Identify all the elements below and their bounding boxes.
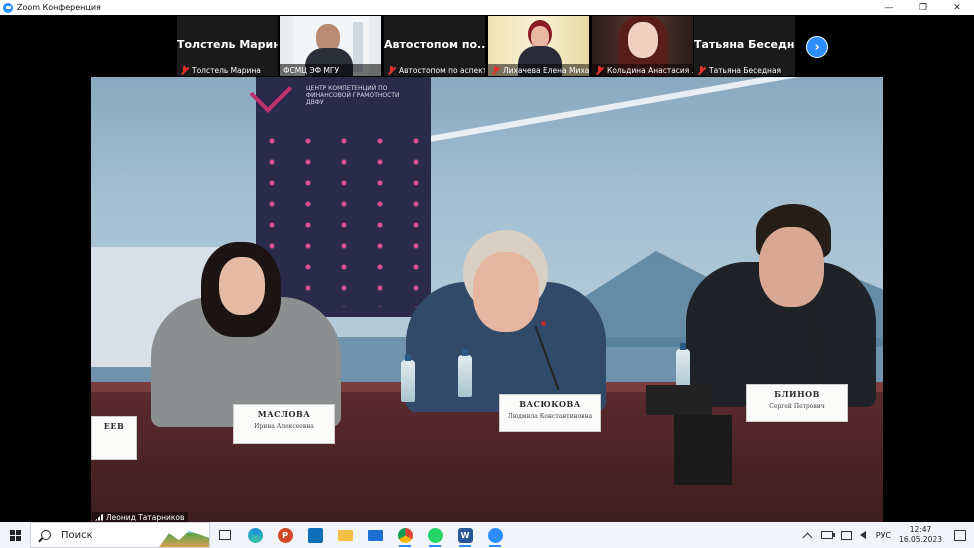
water-bottle	[458, 349, 472, 397]
volume-icon[interactable]	[859, 531, 866, 539]
chrome-icon	[397, 527, 413, 543]
person-right-face	[759, 227, 824, 307]
microphone-tip	[541, 321, 546, 326]
main-video: ЦЕНТР КОМПЕТЕНЦИЙ ПО ФИНАНСОВОЙ ГРАМОТНО…	[91, 77, 883, 522]
desk-speaker	[674, 415, 732, 485]
edge-icon	[247, 527, 263, 543]
person-left-face	[219, 257, 265, 315]
next-page-button[interactable]: ›	[806, 36, 828, 58]
water-bottle	[401, 354, 415, 402]
nameplate: ЕЕВ	[91, 416, 137, 460]
store-icon	[307, 527, 323, 543]
powerpoint-icon: P	[277, 527, 293, 543]
title-bar: Zoom Конференция — ❐ ✕	[0, 0, 974, 15]
mic-muted-icon	[595, 65, 604, 75]
language-indicator[interactable]: РУС	[876, 531, 891, 540]
participant-tile[interactable]: Автостопом по... Автостопом по аспект...	[384, 16, 485, 76]
participant-strip: Толстель Марина Толстель Марина ФСМЦ ЭФ …	[0, 15, 974, 77]
mic-muted-icon	[697, 65, 706, 75]
mic-muted-icon	[491, 65, 500, 75]
system-tray: РУС 12:47 16.05.2023	[802, 522, 974, 548]
network-icon[interactable]	[840, 530, 852, 540]
notifications-icon[interactable]	[954, 529, 966, 541]
participant-name: Автостопом по...	[384, 38, 485, 51]
maximize-button[interactable]: ❐	[906, 0, 940, 15]
desk-speaker	[646, 385, 712, 415]
clock-date: 16.05.2023	[899, 535, 942, 544]
clock[interactable]: 12:47 16.05.2023	[899, 525, 942, 545]
zoom-icon	[487, 527, 503, 543]
nameplate: БЛИНОВ Сергей Петрович	[746, 384, 848, 422]
participant-name: Толстель Марина	[177, 38, 278, 51]
whatsapp-icon	[427, 527, 443, 543]
store-button[interactable]	[300, 522, 330, 548]
participant-caption: ФСМЦ ЭФ МГУ	[280, 64, 381, 76]
nameplate: МАСЛОВА Ирина Алексеевна	[233, 404, 335, 444]
signal-icon	[95, 513, 103, 521]
start-button[interactable]	[0, 522, 30, 548]
mic-muted-icon	[387, 65, 396, 75]
participant-caption: Толстель Марина	[177, 64, 278, 76]
window-controls: — ❐ ✕	[872, 0, 974, 15]
search-highlight-art	[159, 530, 209, 547]
search-box[interactable]: Поиск	[30, 522, 210, 548]
whatsapp-button[interactable]	[420, 522, 450, 548]
word-icon: W	[457, 527, 473, 543]
person-center-face	[473, 252, 539, 332]
banner-pattern	[268, 137, 428, 307]
battery-icon[interactable]	[820, 531, 835, 539]
active-speaker-label: Леонид Татарников	[92, 512, 189, 522]
mail-icon	[367, 529, 383, 541]
chevron-up-icon[interactable]	[802, 532, 813, 542]
participant-caption: Татьяна Беседная	[694, 64, 795, 76]
zoom-button[interactable]	[480, 522, 510, 548]
nameplate: ВАСЮКОВА Людмила Константиновна	[499, 394, 601, 432]
banner-logo	[249, 77, 293, 113]
participant-tile[interactable]: Татьяна Беседн... Татьяна Беседная	[694, 16, 795, 76]
explorer-button[interactable]	[330, 522, 360, 548]
participant-tile[interactable]: ФСМЦ ЭФ МГУ	[280, 16, 381, 76]
participant-caption: Кольдина Анастасия ...	[592, 64, 693, 76]
edge-button[interactable]	[240, 522, 270, 548]
banner: ЦЕНТР КОМПЕТЕНЦИЙ ПО ФИНАНСОВОЙ ГРАМОТНО…	[249, 77, 431, 317]
search-placeholder: Поиск	[61, 529, 93, 541]
mail-button[interactable]	[360, 522, 390, 548]
banner-text: ЦЕНТР КОМПЕТЕНЦИЙ ПО ФИНАНСОВОЙ ГРАМОТНО…	[306, 85, 400, 106]
mic-muted-icon	[180, 65, 189, 75]
search-icon	[41, 530, 51, 540]
folder-icon	[337, 529, 353, 541]
clock-time: 12:47	[909, 525, 932, 534]
minimize-button[interactable]: —	[872, 0, 906, 15]
participant-tile[interactable]: Толстель Марина Толстель Марина	[177, 16, 278, 76]
close-button[interactable]: ✕	[940, 0, 974, 15]
zoom-app-icon	[3, 2, 13, 13]
task-view-button[interactable]	[210, 522, 240, 548]
participant-caption: Автостопом по аспект...	[384, 64, 485, 76]
chevron-right-icon: ›	[814, 39, 820, 55]
participant-caption: Лихачева Елена Миха...	[488, 64, 589, 76]
task-view-icon	[219, 530, 231, 540]
word-button[interactable]: W	[450, 522, 480, 548]
windows-icon	[9, 529, 21, 541]
powerpoint-button[interactable]: P	[270, 522, 300, 548]
participant-tile[interactable]: Кольдина Анастасия ...	[592, 16, 693, 76]
participant-name: Татьяна Беседн...	[694, 38, 795, 51]
participant-tile[interactable]: Лихачева Елена Миха...	[488, 16, 589, 76]
window-title: Zoom Конференция	[17, 3, 101, 12]
chrome-button[interactable]	[390, 522, 420, 548]
